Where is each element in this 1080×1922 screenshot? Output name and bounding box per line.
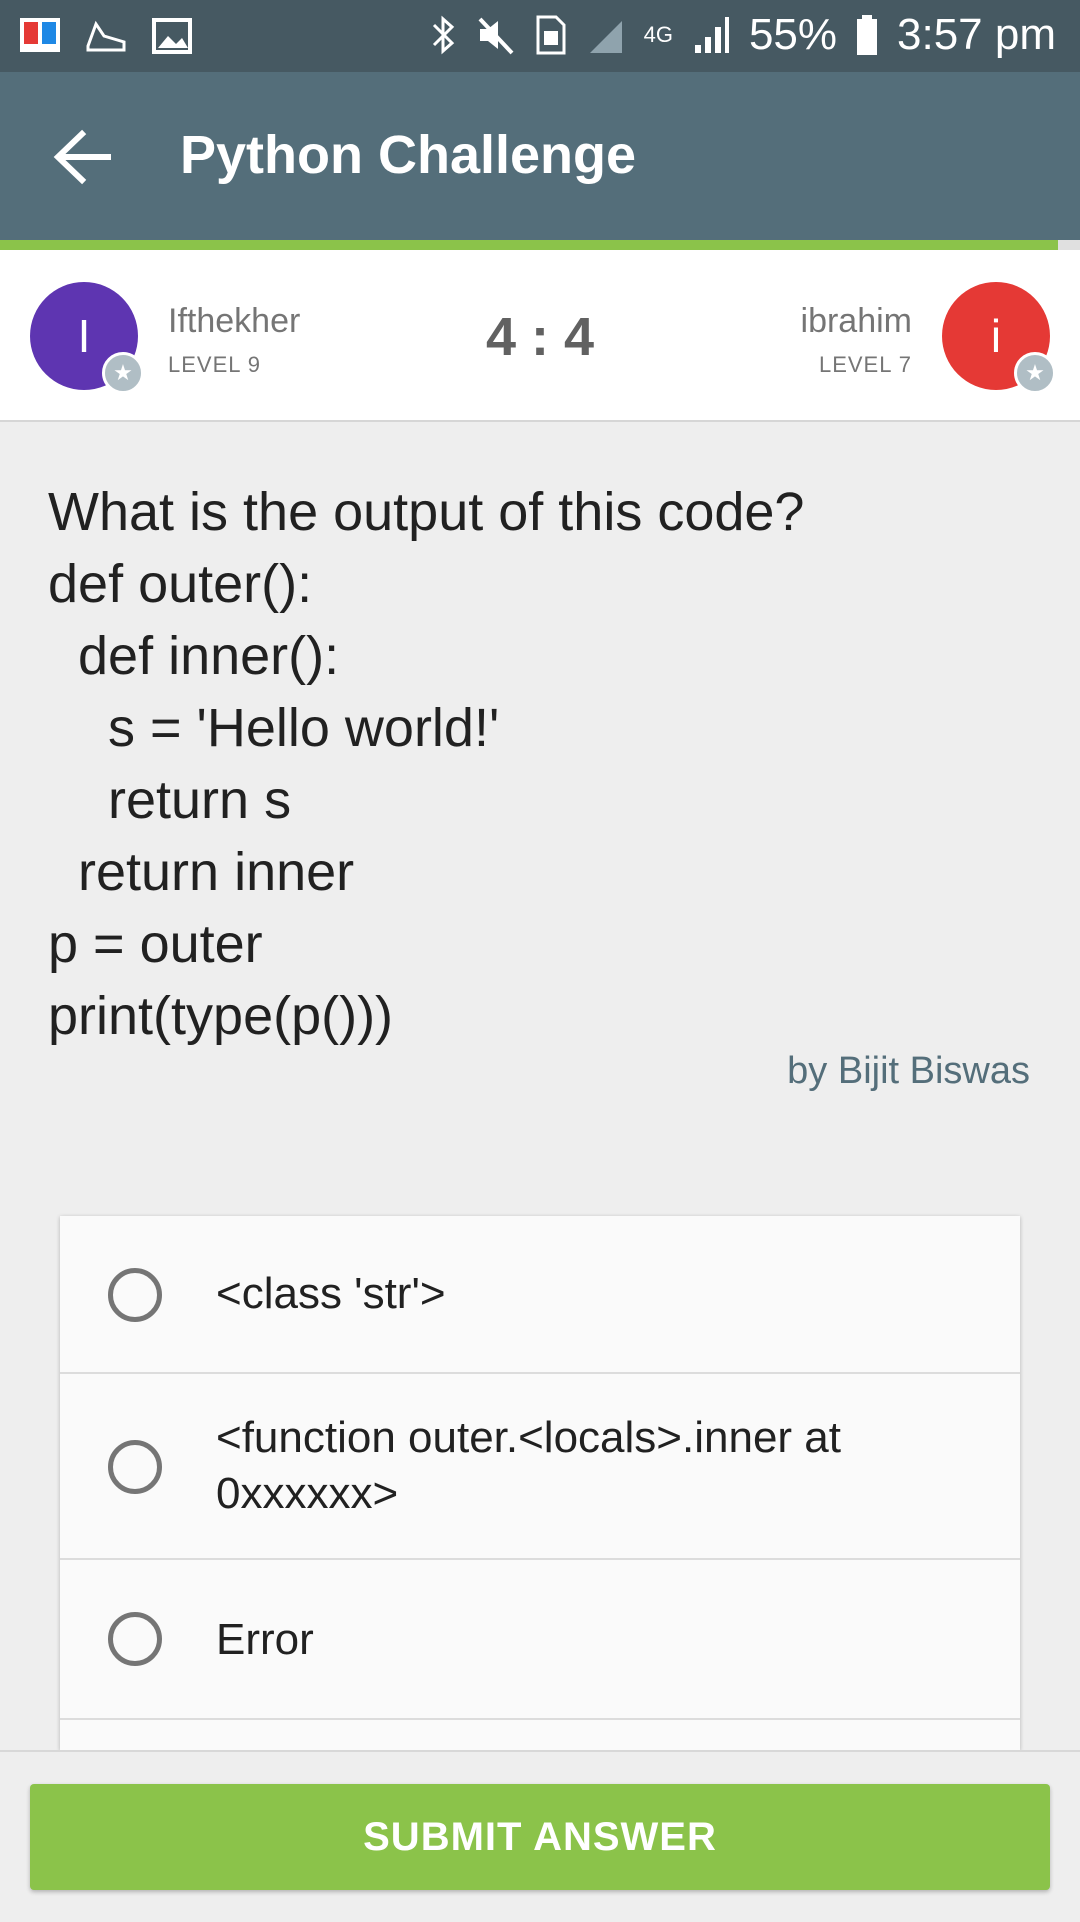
signal-icon <box>694 17 729 53</box>
signal-icon <box>589 21 622 53</box>
image-icon <box>152 18 192 54</box>
clock: 3:57 pm <box>897 10 1056 59</box>
star-badge-icon: ★ <box>1014 352 1056 394</box>
opponent-name: ibrahim <box>800 302 912 340</box>
players-panel: I ★ Ifthekher LEVEL 9 4 : 4 ibrahim LEVE… <box>0 250 1080 422</box>
sim-icon <box>536 15 566 55</box>
mute-icon <box>478 17 514 55</box>
answer-text: <function outer.<locals>.inner at 0xxxxx… <box>216 1413 841 1518</box>
bluetooth-icon <box>432 15 454 55</box>
opponent-level: LEVEL 7 <box>818 352 912 377</box>
shoe-icon <box>86 20 126 52</box>
radio-button[interactable] <box>108 1612 162 1666</box>
radio-button[interactable] <box>108 1440 162 1494</box>
radio-button[interactable] <box>108 1268 162 1322</box>
score: 4 : 4 <box>485 307 595 367</box>
battery-percent: 55% <box>748 10 838 59</box>
answer-option[interactable]: Error <box>60 1560 1020 1720</box>
answer-option[interactable]: <class 'str'> <box>60 1216 1020 1374</box>
battery-icon <box>857 15 878 55</box>
page-title: Python Challenge <box>180 125 637 185</box>
answer-option[interactable]: <function outer.<locals>.inner at 0xxxxx… <box>60 1374 1020 1560</box>
question-text: What is the output of this code? def out… <box>48 482 805 1046</box>
opponent-avatar[interactable]: i ★ <box>942 282 1056 394</box>
app-bar: Python Challenge <box>0 72 1080 240</box>
footer: SUBMIT ANSWER <box>0 1750 1080 1922</box>
answer-text: Error <box>216 1615 314 1664</box>
status-bar: 4G 55% 3:57 pm <box>0 0 1080 72</box>
progress-bar <box>0 240 1080 250</box>
question-author: by Bijit Biswas <box>787 1050 1030 1092</box>
avatar-initial: i <box>990 310 1002 362</box>
answer-list: <class 'str'> <function outer.<locals>.i… <box>60 1216 1020 1750</box>
progress-fill <box>0 240 1059 250</box>
arrow-left-icon[interactable] <box>48 122 118 192</box>
submit-answer-button[interactable]: SUBMIT ANSWER <box>30 1784 1050 1890</box>
app-icon <box>20 18 60 52</box>
answer-option[interactable] <box>60 1720 1020 1750</box>
network-type: 4G <box>643 22 673 47</box>
answer-text: <class 'str'> <box>216 1269 446 1318</box>
